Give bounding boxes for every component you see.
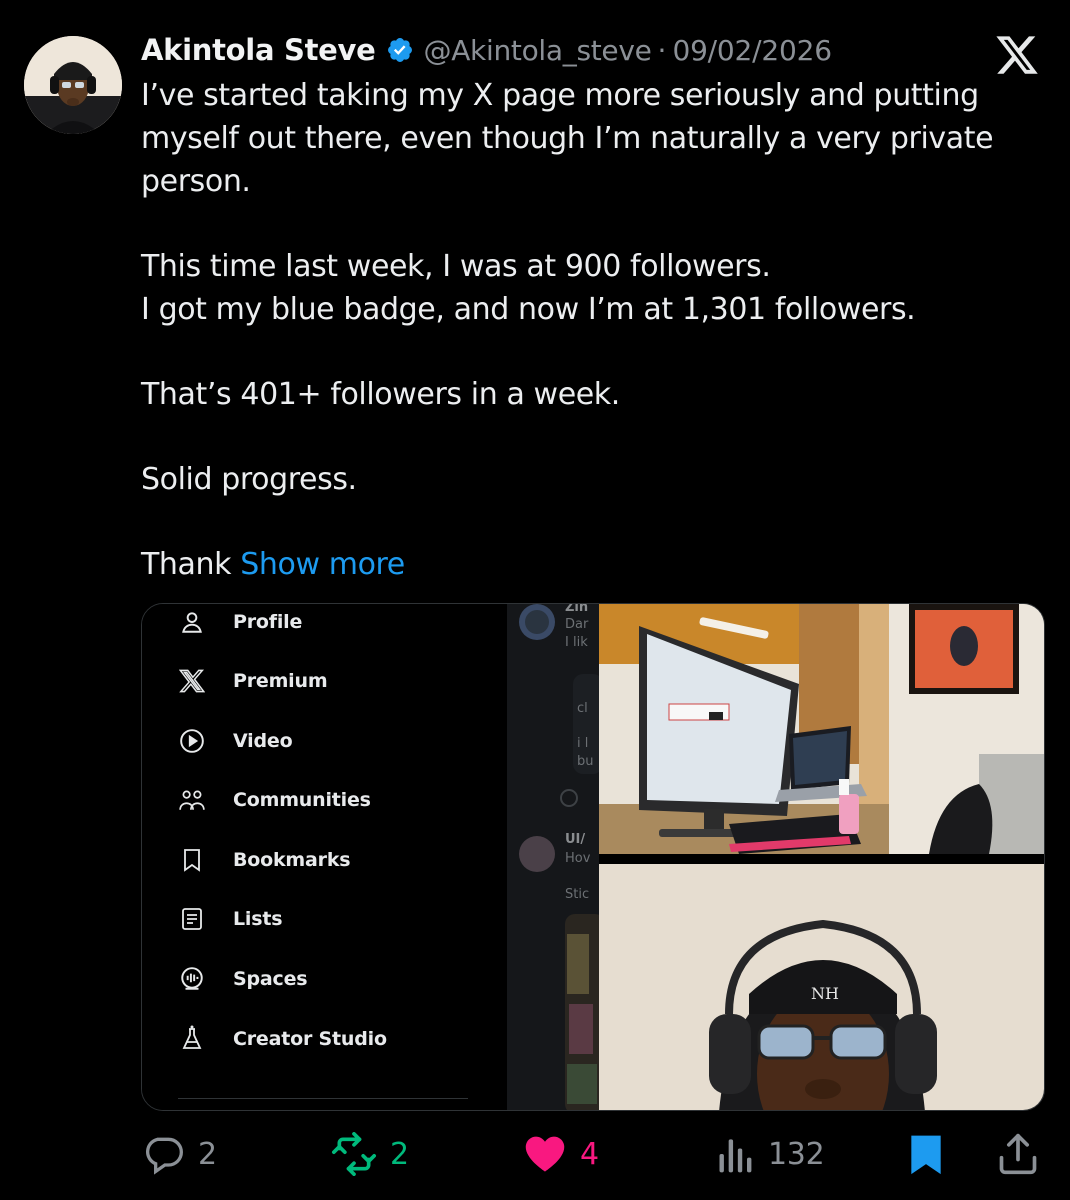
feed-snippet: cl <box>577 701 588 716</box>
dimmed-feed-strip: Zin Dar I lik cl i l bu UI/ Hov Stic <box>507 604 599 1110</box>
list-icon <box>178 905 206 933</box>
desk-setup-photo[interactable] <box>599 604 1044 854</box>
feed-snippet: Stic <box>565 887 590 902</box>
share-icon <box>999 1133 1037 1175</box>
play-icon <box>178 727 206 755</box>
spaces-icon <box>178 965 206 993</box>
communities-icon <box>178 786 206 814</box>
author-avatar[interactable] <box>24 36 122 134</box>
reply-count: 2 <box>198 1136 217 1172</box>
menu-item-creator-studio: Creator Studio <box>178 1019 387 1059</box>
like-button[interactable]: 4 <box>522 1128 599 1180</box>
menu-item-premium: Premium <box>178 661 328 701</box>
show-more-link[interactable]: Show more <box>240 547 405 582</box>
media-grid[interactable]: Profile Premium Video Communities Bookma… <box>141 603 1045 1111</box>
tweet-text: I’ve started taking my X page more serio… <box>141 74 1041 586</box>
menu-item-label: Spaces <box>233 968 308 990</box>
share-button[interactable] <box>996 1128 1040 1180</box>
tweet-paragraph-truncated: Thank Show more <box>141 543 1041 586</box>
selfie-photo[interactable]: NH <box>599 864 1044 1110</box>
menu-item-label: Communities <box>233 789 371 811</box>
bookmark-button[interactable] <box>906 1128 946 1180</box>
repost-count: 2 <box>390 1136 409 1172</box>
tweet-paragraph: I’ve started taking my X page more serio… <box>141 78 994 199</box>
menu-item-lists: Lists <box>178 899 283 939</box>
menu-divider <box>178 1098 468 1099</box>
menu-item-label: Video <box>233 730 293 752</box>
menu-item-label: Premium <box>233 670 328 692</box>
tweet-header: Akintola Steve @Akintola_steve · 09/02/2… <box>141 30 832 70</box>
truncated-text: Thank <box>141 547 232 582</box>
menu-item-label: Bookmarks <box>233 849 351 871</box>
feed-snippet: UI/ <box>565 832 586 847</box>
bookmark-filled-icon <box>911 1135 941 1175</box>
feed-snippet: i l <box>577 736 589 751</box>
menu-item-bookmarks: Bookmarks <box>178 840 351 880</box>
reply-icon <box>146 1137 183 1175</box>
menu-screenshot[interactable]: Profile Premium Video Communities Bookma… <box>142 604 507 1110</box>
media-divider <box>599 854 1044 864</box>
repost-icon <box>332 1132 376 1176</box>
tweet-paragraph: Solid progress. <box>141 462 357 497</box>
views-button[interactable]: 132 <box>716 1128 825 1180</box>
verified-badge-icon <box>387 38 412 62</box>
heart-icon <box>525 1136 565 1172</box>
author-handle[interactable]: @Akintola_steve <box>424 34 652 67</box>
menu-item-label: Creator Studio <box>233 1028 387 1050</box>
tweet-paragraph: That’s 401+ followers in a week. <box>141 377 620 412</box>
header-separator: · <box>657 33 667 67</box>
author-name[interactable]: Akintola Steve <box>141 33 376 67</box>
menu-item-spaces: Spaces <box>178 959 308 999</box>
bookmark-icon <box>178 846 206 874</box>
views-icon <box>719 1139 752 1173</box>
menu-item-communities: Communities <box>178 780 371 820</box>
flask-icon <box>178 1025 206 1053</box>
feed-snippet: I lik <box>565 635 588 650</box>
feed-snippet: bu <box>577 754 594 769</box>
feed-snippet: Hov <box>565 851 591 866</box>
person-icon <box>178 608 206 636</box>
menu-item-profile: Profile <box>178 604 303 642</box>
menu-item-video: Video <box>178 721 293 761</box>
feed-snippet: Dar <box>565 617 589 632</box>
menu-item-label: Profile <box>233 611 303 633</box>
tweet-actions: 2 2 4 132 <box>0 1128 1070 1180</box>
like-count: 4 <box>580 1136 599 1172</box>
tweet-paragraph: This time last week, I was at 900 follow… <box>141 249 771 284</box>
x-logo-icon <box>178 667 206 695</box>
tweet-date[interactable]: 09/02/2026 <box>672 34 832 67</box>
x-logo-icon <box>996 36 1038 74</box>
tweet-paragraph: I got my blue badge, and now I’m at 1,30… <box>141 292 916 327</box>
svg-text:NH: NH <box>811 984 839 1003</box>
repost-button[interactable]: 2 <box>330 1128 409 1180</box>
feed-snippet: Zin <box>565 604 589 615</box>
menu-item-label: Lists <box>233 908 283 930</box>
view-count: 132 <box>768 1136 825 1172</box>
reply-button[interactable]: 2 <box>140 1128 217 1180</box>
